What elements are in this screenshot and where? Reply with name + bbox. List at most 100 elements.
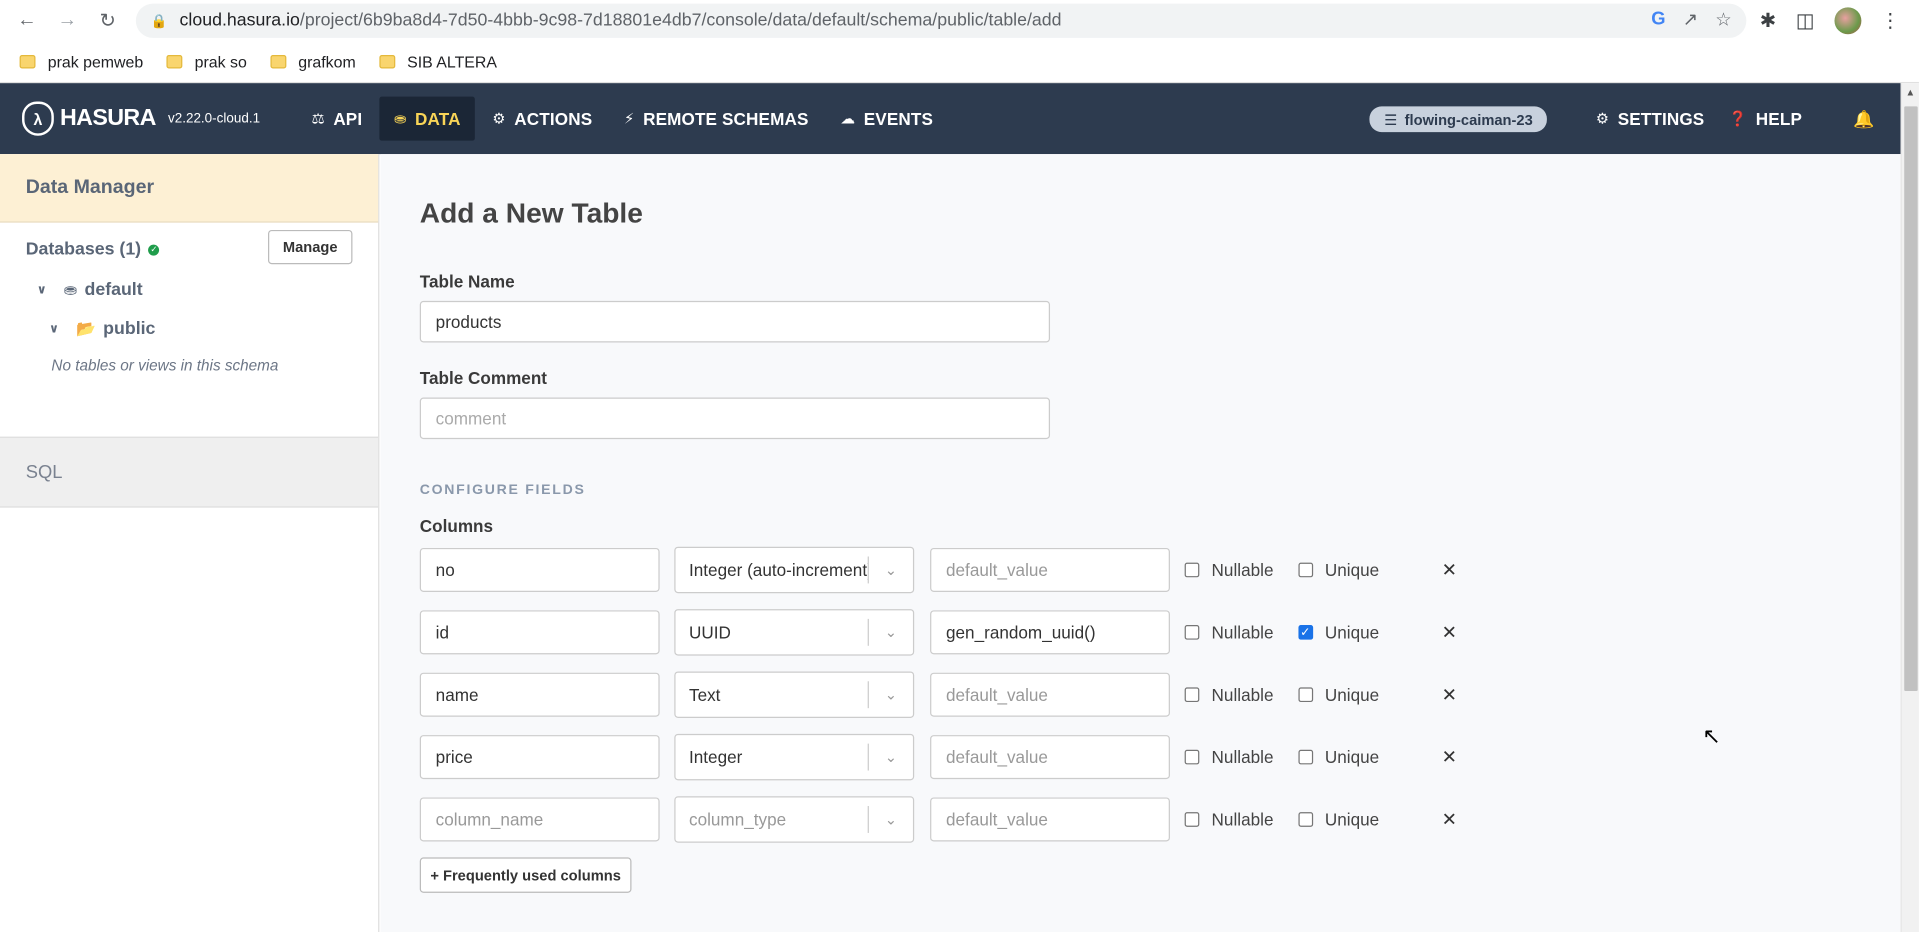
unique-checkbox[interactable]: Unique: [1297, 560, 1379, 580]
nullable-checkbox[interactable]: Nullable: [1184, 560, 1273, 580]
bookmarks-bar: prak pemweb prak so grafkom SIB ALTERA: [0, 41, 1919, 84]
column-name-input[interactable]: [419, 735, 660, 780]
default-value-input[interactable]: [930, 610, 1170, 655]
app-header: λ HASURA v2.22.0-cloud.1 ⚖ API ⛂ DATA ⚙ ACT…: [0, 83, 1901, 155]
back-icon[interactable]: ←: [13, 7, 40, 34]
unique-checkbox[interactable]: Unique: [1297, 747, 1379, 767]
address-bar[interactable]: 🔒 cloud.hasura.io/project/6b9ba8d4-7d50-…: [135, 3, 1747, 38]
sidebar: Data Manager Databases (1) ✓ Manage ∨ ⛂ def…: [0, 154, 380, 932]
connected-check-icon: ✓: [148, 244, 160, 256]
bookmark-item[interactable]: grafkom: [270, 53, 356, 71]
google-icon[interactable]: G: [1651, 9, 1665, 31]
column-type-select[interactable]: Integer (auto-increment) ⌄: [674, 546, 915, 594]
brand-name: HASURA: [59, 105, 156, 131]
column-row: UUID⌄ Nullable ✓Unique ✕: [419, 609, 1457, 656]
nullable-checkbox[interactable]: Nullable: [1184, 747, 1273, 767]
lock-icon: 🔒: [150, 14, 168, 29]
chevron-down-icon[interactable]: ∨: [37, 283, 47, 296]
databases-heading: Databases (1) ✓: [25, 239, 160, 260]
default-value-input[interactable]: [930, 547, 1170, 592]
unique-checkbox[interactable]: Unique: [1297, 810, 1379, 829]
chevron-down-icon: ⌄: [884, 686, 898, 704]
share-icon[interactable]: ↗: [1683, 9, 1698, 31]
remove-column-icon[interactable]: ✕: [1442, 746, 1457, 768]
star-icon[interactable]: ☆: [1715, 9, 1731, 31]
column-name-input[interactable]: [419, 610, 660, 655]
page-scrollbar[interactable]: ▲: [1900, 83, 1919, 932]
bookmark-item[interactable]: SIB ALTERA: [378, 53, 497, 71]
nav-remote-schemas[interactable]: ⚡ REMOTE SCHEMAS: [609, 97, 823, 141]
manage-button[interactable]: Manage: [268, 229, 353, 265]
project-badge[interactable]: ☰ flowing-caiman-23: [1369, 106, 1548, 133]
folder-icon: [166, 55, 183, 69]
main-nav: ⚖ API ⛂ DATA ⚙ ACTIONS ⚡ REMOTE SCHEMAS ☁ EVE…: [297, 96, 950, 141]
default-value-input[interactable]: [930, 735, 1170, 780]
side-panel-icon[interactable]: ◫: [1796, 9, 1815, 33]
nav-events[interactable]: ☁ EVENTS: [826, 97, 948, 141]
column-row: Integer (auto-increment)⌄ Nullable Uniqu…: [419, 546, 1457, 594]
nav-settings[interactable]: ⚙ SETTINGS: [1596, 97, 1727, 141]
scroll-up-arrow-icon[interactable]: ▲: [1905, 87, 1915, 98]
table-name-input[interactable]: [419, 300, 1051, 343]
bookmark-item[interactable]: prak pemweb: [19, 53, 143, 71]
scroll-thumb[interactable]: [1904, 106, 1918, 692]
unique-checkbox[interactable]: ✓ Unique: [1297, 623, 1379, 642]
plug-icon: ⚡: [624, 110, 635, 128]
profile-avatar[interactable]: [1833, 7, 1861, 35]
column-type-select[interactable]: UUID ⌄: [674, 609, 915, 656]
chevron-down-icon[interactable]: ∨: [49, 322, 59, 335]
folder-icon: [270, 55, 286, 69]
column-name-input[interactable]: [419, 672, 660, 717]
table-comment-label: Table Comment: [419, 368, 548, 388]
extensions-icon[interactable]: ✱: [1760, 9, 1776, 33]
folder-icon: [19, 55, 36, 69]
frequently-used-columns-button[interactable]: + Frequently used columns: [419, 857, 632, 893]
reload-icon[interactable]: ↻: [94, 7, 121, 34]
database-icon: ⛂: [63, 280, 78, 299]
main-content: Add a New Table Table Name Table Comment…: [380, 154, 1901, 932]
remove-column-icon[interactable]: ✕: [1442, 621, 1457, 644]
database-icon: ⛂: [394, 110, 407, 128]
chevron-down-icon: ⌄: [884, 748, 898, 766]
default-value-input[interactable]: [930, 797, 1170, 842]
sidebar-item-sql[interactable]: SQL: [0, 436, 379, 508]
browser-toolbar: ← → ↻ 🔒 cloud.hasura.io/project/6b9ba8d4…: [0, 0, 1919, 42]
nullable-checkbox[interactable]: Nullable: [1184, 810, 1273, 829]
default-value-input[interactable]: [930, 672, 1170, 717]
unique-checkbox[interactable]: Unique: [1297, 685, 1379, 705]
menu-kebab-icon[interactable]: ⋮: [1880, 9, 1900, 33]
nav-help[interactable]: ❓ HELP: [1729, 97, 1824, 141]
sidebar-item-public-schema[interactable]: ∨ 📂 public: [49, 319, 155, 339]
column-name-input[interactable]: [419, 797, 660, 842]
remove-column-icon[interactable]: ✕: [1442, 808, 1457, 831]
nav-api[interactable]: ⚖ API: [297, 97, 377, 141]
table-comment-input[interactable]: [419, 397, 1051, 440]
column-type-select[interactable]: Integer ⌄: [674, 733, 915, 781]
chevron-down-icon: ⌄: [884, 623, 898, 641]
folder-icon: [378, 55, 395, 69]
notifications-bell[interactable]: 🔔: [1826, 97, 1896, 141]
question-icon: ❓: [1728, 110, 1748, 128]
remove-column-icon[interactable]: ✕: [1442, 684, 1457, 706]
page-title: Add a New Table: [419, 196, 643, 229]
column-type-select[interactable]: column_type ⌄: [674, 796, 915, 843]
check-icon: ✓: [1297, 625, 1313, 640]
cloud-icon: ☁: [840, 110, 856, 128]
nullable-checkbox[interactable]: Nullable: [1184, 685, 1273, 705]
flask-icon: ⚖: [311, 110, 325, 128]
hasura-logo[interactable]: λ HASURA v2.22.0-cloud.1: [22, 101, 260, 136]
forward-icon[interactable]: →: [54, 7, 81, 34]
gears-icon: ⚙: [492, 110, 506, 128]
bell-icon: 🔔: [1853, 108, 1875, 128]
column-type-select[interactable]: Text ⌄: [674, 671, 915, 718]
sidebar-item-default-db[interactable]: ∨ ⛂ default: [37, 280, 143, 300]
remove-column-icon[interactable]: ✕: [1442, 559, 1457, 581]
column-name-input[interactable]: [419, 547, 660, 592]
nav-data[interactable]: ⛂ DATA: [379, 96, 476, 141]
bookmark-item[interactable]: prak so: [166, 53, 247, 71]
column-row: column_type⌄ Nullable Unique ✕: [419, 796, 1457, 843]
configure-fields-caption: CONFIGURE FIELDS: [419, 483, 586, 498]
sidebar-title[interactable]: Data Manager: [0, 154, 379, 223]
nav-actions[interactable]: ⚙ ACTIONS: [478, 97, 607, 141]
nullable-checkbox[interactable]: Nullable: [1184, 623, 1273, 642]
